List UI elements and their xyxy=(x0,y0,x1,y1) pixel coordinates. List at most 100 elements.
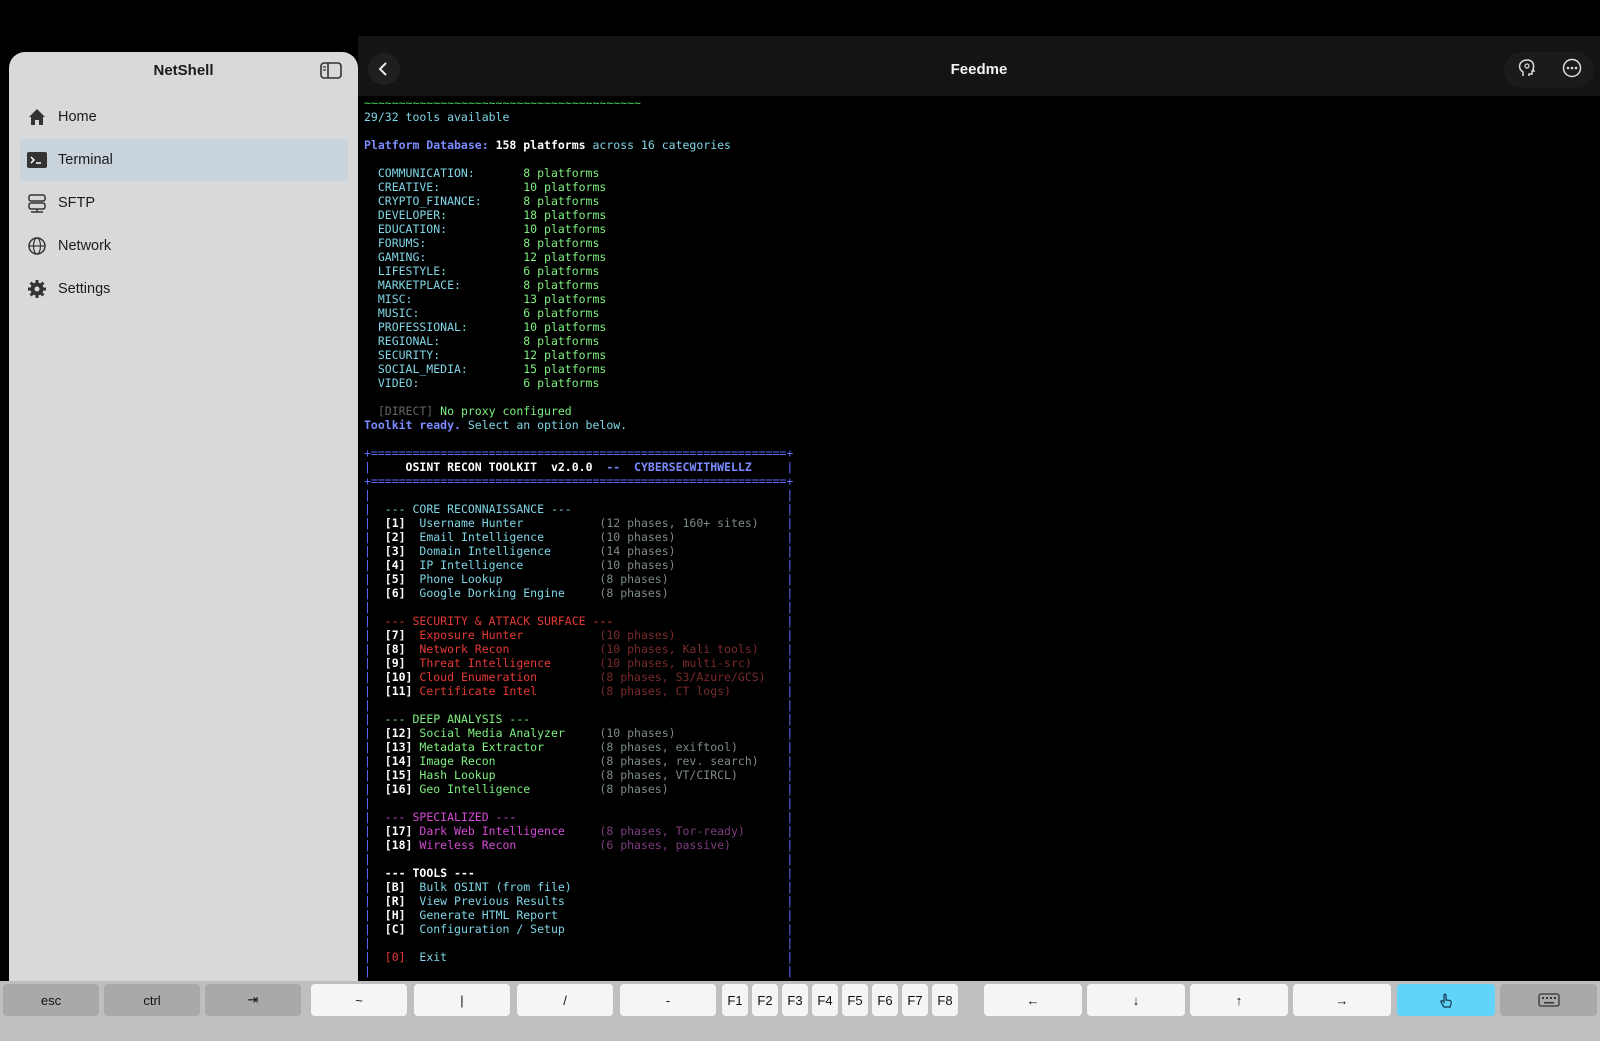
category-row: MISC: 13 platforms xyxy=(364,292,607,306)
category-row: REGIONAL: 8 platforms xyxy=(364,334,600,348)
more-options-icon[interactable] xyxy=(1562,58,1582,83)
f6-key[interactable]: F6 xyxy=(872,984,898,1016)
app-title: NetShell xyxy=(153,62,214,79)
arrow-left-key[interactable]: ← xyxy=(984,984,1082,1016)
category-row: DEVELOPER: 18 platforms xyxy=(364,208,607,222)
hand-pointer-icon xyxy=(1440,993,1452,1008)
category-row: CREATIVE: 10 platforms xyxy=(364,180,607,194)
tab-key[interactable]: ⇥ xyxy=(205,984,301,1016)
menu-section-title: | --- DEEP ANALYSIS --- | xyxy=(364,712,794,726)
menu-option: | [7] Exposure Hunter (10 phases) | xyxy=(364,628,794,642)
dash-key[interactable]: - xyxy=(620,984,716,1016)
terminal-line: | | xyxy=(364,852,794,866)
sidebar: NetShell Home Terminal SFTP Network Sett… xyxy=(9,52,358,992)
home-icon xyxy=(26,106,48,128)
category-row: SOCIAL_MEDIA: 15 platforms xyxy=(364,362,607,376)
category-row: GAMING: 12 platforms xyxy=(364,250,607,264)
menu-option: | [5] Phone Lookup (8 phases) | xyxy=(364,572,794,586)
menu-option: | [C] Configuration / Setup | xyxy=(364,922,794,936)
category-row: VIDEO: 6 platforms xyxy=(364,376,600,390)
sidebar-item-terminal[interactable]: Terminal xyxy=(20,139,348,181)
arrow-down-key[interactable]: ↓ xyxy=(1087,984,1185,1016)
sidebar-toggle-icon[interactable] xyxy=(320,62,342,79)
menu-option: | [18] Wireless Recon (6 phases, passive… xyxy=(364,838,794,852)
header-actions xyxy=(1504,52,1594,88)
menu-option: | [12] Social Media Analyzer (10 phases)… xyxy=(364,726,794,740)
main-header: Feedme xyxy=(358,36,1600,96)
page-title: Feedme xyxy=(950,61,1008,78)
sidebar-item-network[interactable]: Network xyxy=(20,225,348,267)
terminal-line: | | xyxy=(364,698,794,712)
terminal-divider: ~~~~~~~~~~~~~~~~~~~~~~~~~~~~~~~~~~~~~~~~ xyxy=(364,96,641,110)
menu-option: | [4] IP Intelligence (10 phases) | xyxy=(364,558,794,572)
terminal-output[interactable]: ~~~~~~~~~~~~~~~~~~~~~~~~~~~~~~~~~~~~~~~~… xyxy=(364,96,1594,996)
menu-option: | [15] Hash Lookup (8 phases, VT/CIRCL) … xyxy=(364,768,794,782)
sidebar-item-label: Network xyxy=(58,238,112,254)
esc-key[interactable]: esc xyxy=(3,984,99,1016)
terminal-icon xyxy=(26,149,48,171)
terminal-line: | | xyxy=(364,936,794,950)
f4-key[interactable]: F4 xyxy=(812,984,838,1016)
terminal-line: | | xyxy=(364,796,794,810)
keyboard-icon xyxy=(1537,993,1560,1007)
sidebar-item-label: Settings xyxy=(58,281,111,297)
gear-icon xyxy=(26,278,48,300)
pipe-key[interactable]: | xyxy=(414,984,510,1016)
banner-title: | OSINT RECON TOOLKIT v2.0.0 -- CYBERSEC… xyxy=(364,460,794,474)
f2-key[interactable]: F2 xyxy=(752,984,778,1016)
menu-section-title: | --- SPECIALIZED --- | xyxy=(364,810,794,824)
sidebar-item-label: SFTP xyxy=(58,195,96,211)
extra-keys-bar: esc ctrl ⇥ ~ | / - F1 F2 F3 F4 F5 F6 F7 F8 ← ↓ ↑ → xyxy=(0,981,1600,1041)
slash-key[interactable]: / xyxy=(517,984,613,1016)
sidebar-nav: Home Terminal SFTP Network Settings xyxy=(20,96,348,311)
status-bar xyxy=(0,0,1600,36)
category-row: PROFESSIONAL: 10 platforms xyxy=(364,320,607,334)
server-icon xyxy=(26,192,48,214)
category-row: MUSIC: 6 platforms xyxy=(364,306,600,320)
ctrl-key[interactable]: ctrl xyxy=(104,984,200,1016)
f3-key[interactable]: F3 xyxy=(782,984,808,1016)
menu-option: | [10] Cloud Enumeration (8 phases, S3/A… xyxy=(364,670,794,684)
ai-brain-icon[interactable] xyxy=(1517,58,1537,83)
menu-option: | [R] View Previous Results | xyxy=(364,894,794,908)
keyboard-toggle[interactable] xyxy=(1500,984,1597,1016)
terminal-line: | | xyxy=(364,488,794,502)
category-row: SECURITY: 12 platforms xyxy=(364,348,607,362)
menu-option: | [H] Generate HTML Report | xyxy=(364,908,794,922)
touch-mode-toggle[interactable] xyxy=(1397,984,1495,1016)
tilde-key[interactable]: ~ xyxy=(311,984,407,1016)
arrow-up-key[interactable]: ↑ xyxy=(1190,984,1288,1016)
menu-option: | [9] Threat Intelligence (10 phases, mu… xyxy=(364,656,794,670)
category-row: MARKETPLACE: 8 platforms xyxy=(364,278,600,292)
menu-option: | [16] Geo Intelligence (8 phases) | xyxy=(364,782,794,796)
f8-key[interactable]: F8 xyxy=(932,984,958,1016)
f1-key[interactable]: F1 xyxy=(722,984,748,1016)
terminal-line: | | xyxy=(364,964,794,978)
tools-available-text: 29/32 tools available xyxy=(364,110,510,124)
menu-section-title: | --- CORE RECONNAISSANCE --- | xyxy=(364,502,794,516)
category-row: CRYPTO_FINANCE: 8 platforms xyxy=(364,194,600,208)
category-row: FORUMS: 8 platforms xyxy=(364,236,600,250)
menu-option: | [B] Bulk OSINT (from file) | xyxy=(364,880,794,894)
platform-database-line: Platform Database: 158 platforms across … xyxy=(364,138,731,152)
f7-key[interactable]: F7 xyxy=(902,984,928,1016)
main-panel: Feedme ~~~~~~~~~~~~~~~~~~~~~~~~~~~~~~~~~… xyxy=(358,36,1600,996)
terminal-line: | | xyxy=(364,600,794,614)
sidebar-item-label: Terminal xyxy=(58,152,113,168)
sidebar-item-settings[interactable]: Settings xyxy=(20,268,348,310)
menu-option: | [2] Email Intelligence (10 phases) | xyxy=(364,530,794,544)
menu-option: | [3] Domain Intelligence (14 phases) | xyxy=(364,544,794,558)
arrow-right-key[interactable]: → xyxy=(1293,984,1391,1016)
menu-section-title: | --- TOOLS --- | xyxy=(364,866,794,880)
sidebar-item-home[interactable]: Home xyxy=(20,96,348,138)
category-row: COMMUNICATION: 8 platforms xyxy=(364,166,600,180)
menu-option: | [14] Image Recon (8 phases, rev. searc… xyxy=(364,754,794,768)
sidebar-item-sftp[interactable]: SFTP xyxy=(20,182,348,224)
category-row: EDUCATION: 10 platforms xyxy=(364,222,607,236)
globe-icon xyxy=(26,235,48,257)
banner-border: +=======================================… xyxy=(364,474,794,488)
f5-key[interactable]: F5 xyxy=(842,984,868,1016)
